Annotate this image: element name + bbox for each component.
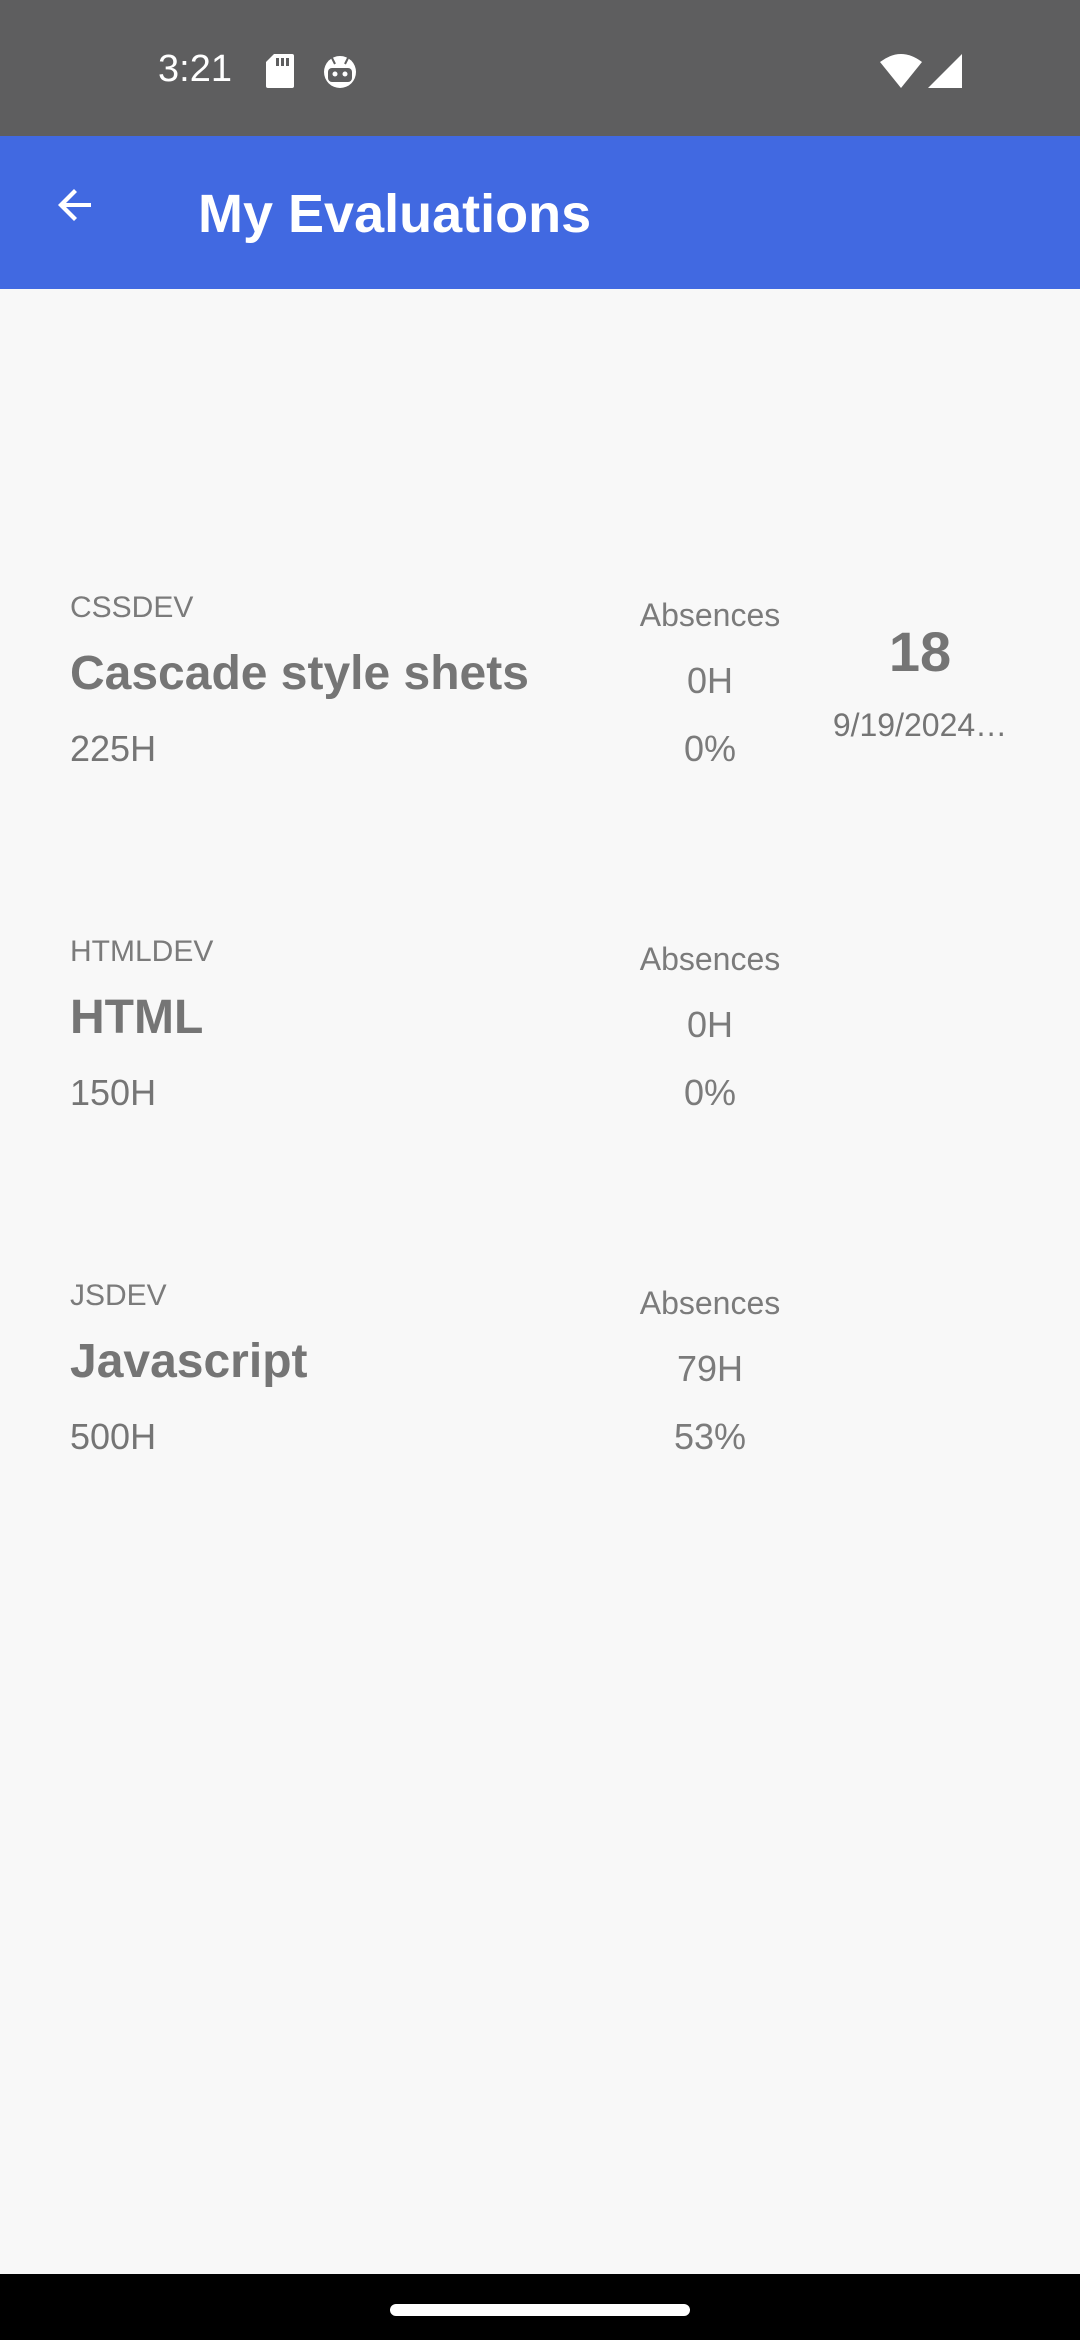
home-indicator[interactable] bbox=[390, 2304, 690, 2316]
course-name: HTML bbox=[70, 991, 204, 1044]
absence-hours: 0H bbox=[686, 1004, 734, 1045]
wifi-icon bbox=[880, 54, 922, 88]
sd-card-icon bbox=[266, 54, 294, 88]
evaluation-item-jsdev[interactable]: JSDEV Javascript 500H Absences 79H 53% bbox=[0, 1278, 1080, 1578]
absences-label: Absences bbox=[639, 941, 781, 977]
course-code: HTMLDEV bbox=[70, 935, 214, 968]
grade-date: 9/19/2024… bbox=[832, 707, 1008, 743]
page-title: My Evaluations bbox=[198, 184, 592, 244]
back-button[interactable] bbox=[40, 170, 110, 240]
course-name: Cascade style shets bbox=[70, 647, 529, 700]
absences-label: Absences bbox=[639, 597, 781, 633]
course-code: JSDEV bbox=[70, 1279, 167, 1312]
grade-value: 18 bbox=[888, 620, 952, 683]
absence-hours: 0H bbox=[686, 660, 734, 701]
cell-signal-icon bbox=[928, 54, 962, 88]
status-bar: 3:21 bbox=[0, 0, 1080, 136]
course-hours: 150H bbox=[70, 1072, 157, 1113]
absences-label: Absences bbox=[639, 1285, 781, 1321]
evaluation-item-cssdev[interactable]: CSSDEV Cascade style shets 225H Absences… bbox=[0, 590, 1080, 890]
absence-percent: 53% bbox=[673, 1416, 747, 1457]
course-hours: 225H bbox=[70, 728, 157, 769]
absence-percent: 0% bbox=[683, 1072, 737, 1113]
course-code: CSSDEV bbox=[70, 591, 194, 624]
android-robot-icon bbox=[324, 56, 356, 88]
course-hours: 500H bbox=[70, 1416, 157, 1457]
absence-hours: 79H bbox=[676, 1348, 744, 1389]
evaluation-item-htmldev[interactable]: HTMLDEV HTML 150H Absences 0H 0% bbox=[0, 934, 1080, 1234]
arrow-back-icon bbox=[58, 189, 91, 221]
system-nav-bar bbox=[0, 2274, 1080, 2340]
app-bar: My Evaluations bbox=[0, 136, 1080, 289]
course-name: Javascript bbox=[70, 1335, 308, 1388]
absence-percent: 0% bbox=[683, 728, 737, 769]
status-time: 3:21 bbox=[158, 48, 232, 90]
